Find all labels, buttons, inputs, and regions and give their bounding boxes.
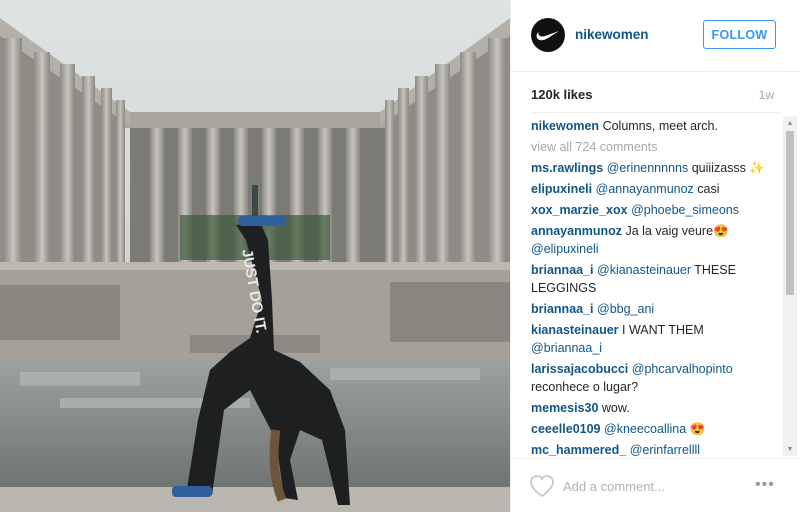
- comment-item: ms.rawlings @erinennnnns quiiizasss ✨: [531, 158, 775, 179]
- post-header: nikewomen FOLLOW: [511, 0, 800, 72]
- comment-mention-link[interactable]: @elipuxineli: [531, 242, 599, 256]
- caption-text: Columns, meet arch.: [602, 119, 718, 133]
- comment-mention-link[interactable]: @bbg_ani: [597, 302, 654, 316]
- caption: nikewomen Columns, meet arch.: [531, 116, 775, 137]
- post-time[interactable]: 1w: [759, 88, 774, 102]
- author-username-link[interactable]: nikewomen: [575, 27, 649, 42]
- comment-username-link[interactable]: elipuxineli: [531, 182, 592, 196]
- comment-username-link[interactable]: briannaa_i: [531, 263, 594, 277]
- comment-item: annayanmunoz Ja la vaig veure😍 @elipuxin…: [531, 221, 775, 260]
- view-all-comments-link[interactable]: view all 724 comments: [531, 137, 775, 158]
- nike-swoosh-icon: [536, 31, 559, 41]
- comment-username-link[interactable]: mc_hammered_: [531, 443, 626, 456]
- comment-item: xox_marzie_xox @phoebe_simeons: [531, 200, 775, 221]
- comment-username-link[interactable]: ceeelle0109: [531, 422, 601, 436]
- comment-username-link[interactable]: ms.rawlings: [531, 161, 603, 175]
- comment-mention-link[interactable]: @briannaa_i: [531, 341, 602, 355]
- comment-mention-link[interactable]: @kianasteinauer: [597, 263, 691, 277]
- scroll-up-arrow-icon[interactable]: ▲: [783, 116, 797, 130]
- comment-mention-link[interactable]: @annayanmunoz: [596, 182, 694, 196]
- comment-mention-link[interactable]: @phcarvalhopinto: [632, 362, 733, 376]
- add-comment-input[interactable]: [563, 475, 743, 497]
- comment-username-link[interactable]: annayanmunoz: [531, 224, 622, 238]
- comment-mention-link[interactable]: @erinennnnns: [607, 161, 689, 175]
- comment-text: 😍: [689, 422, 706, 436]
- comment-item: memesis30 wow.: [531, 398, 775, 419]
- comment-item: elipuxineli @annayanmunoz casi: [531, 179, 775, 200]
- comment-text: I WANT THEM: [622, 323, 704, 337]
- comment-item: briannaa_i @bbg_ani: [531, 299, 775, 320]
- more-options-icon[interactable]: •••: [755, 475, 779, 495]
- heart-icon[interactable]: [529, 474, 555, 498]
- comment-item: briannaa_i @kianasteinauer THESE LEGGING…: [531, 260, 775, 299]
- post-side-panel: nikewomen FOLLOW 120k likes 1w nikewomen…: [510, 0, 800, 512]
- divider: [531, 112, 781, 113]
- comment-footer: •••: [511, 458, 800, 512]
- comment-username-link[interactable]: kianasteinauer: [531, 323, 619, 337]
- likes-count[interactable]: 120k likes: [531, 87, 592, 102]
- follow-button[interactable]: FOLLOW: [703, 20, 776, 49]
- comment-text: quiiizasss ✨: [691, 161, 765, 175]
- scrollbar-thumb[interactable]: [786, 131, 794, 295]
- comment-mention-link[interactable]: @erinfarrellll: [630, 443, 700, 456]
- comment-username-link[interactable]: larissajacobucci: [531, 362, 628, 376]
- photo-scene: JUST DO IT.: [0, 0, 510, 512]
- comment-item: larissajacobucci @phcarvalhopinto reconh…: [531, 359, 775, 398]
- comments-list[interactable]: nikewomen Columns, meet arch. view all 7…: [531, 116, 775, 456]
- post-photo[interactable]: JUST DO IT.: [0, 0, 510, 512]
- comment-username-link[interactable]: xox_marzie_xox: [531, 203, 628, 217]
- comments-scrollbar[interactable]: ▲ ▼: [783, 116, 797, 456]
- comment-text: casi: [697, 182, 720, 196]
- scroll-down-arrow-icon[interactable]: ▼: [783, 442, 797, 456]
- comment-item: kianasteinauer I WANT THEM @briannaa_i: [531, 320, 775, 359]
- comment-item: ceeelle0109 @kneecoallina 😍: [531, 419, 775, 440]
- comment-item: mc_hammered_ @erinfarrellll: [531, 440, 775, 456]
- comment-text: Ja la vaig veure😍: [625, 224, 729, 238]
- avatar[interactable]: [531, 18, 565, 52]
- comment-mention-link[interactable]: @kneecoallina: [604, 422, 686, 436]
- comment-username-link[interactable]: memesis30: [531, 401, 598, 415]
- comment-mention-link[interactable]: @phoebe_simeons: [631, 203, 739, 217]
- comment-text: reconhece o lugar?: [531, 380, 639, 394]
- comment-text: wow.: [601, 401, 630, 415]
- comment-username-link[interactable]: briannaa_i: [531, 302, 594, 316]
- caption-username-link[interactable]: nikewomen: [531, 119, 599, 133]
